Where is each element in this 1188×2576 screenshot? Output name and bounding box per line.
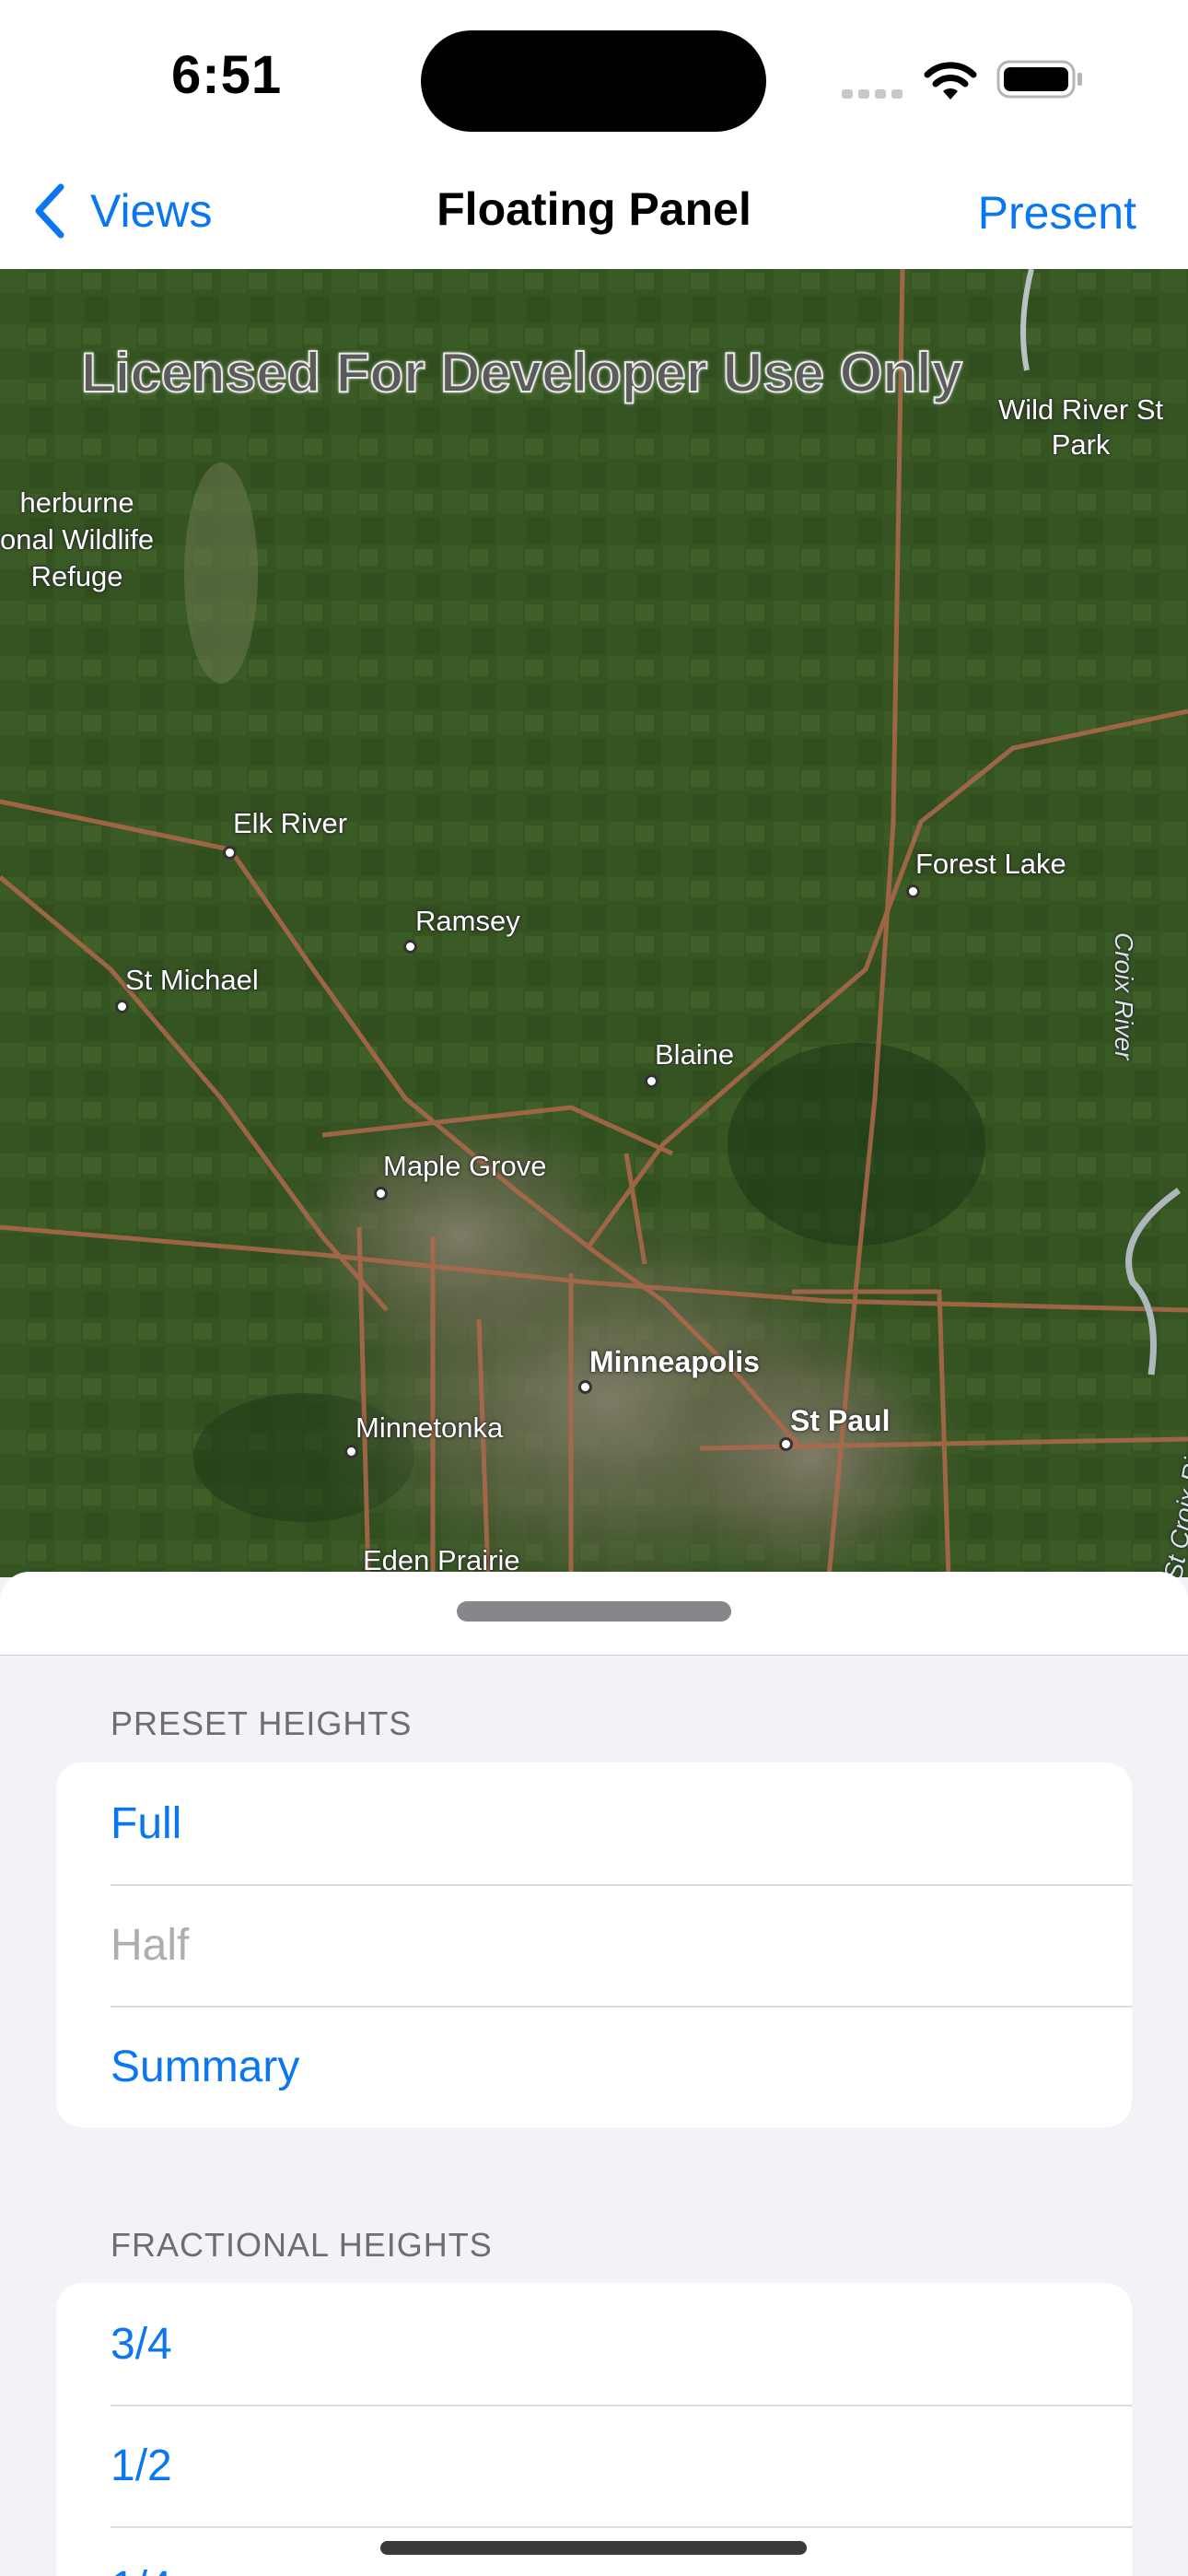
fractional-heights-group: 3/4 1/2 1/4 (56, 2283, 1132, 2576)
wifi-icon (924, 62, 977, 100)
map-label-minnetonka: Minnetonka (355, 1411, 504, 1444)
row-half: Half (56, 1884, 1132, 2006)
map-label-wild-river-park: Wild River St Park (998, 393, 1164, 461)
preset-heights-group: Full Half Summary (56, 1762, 1132, 2127)
navigation-bar: Views Floating Panel Present (0, 157, 1188, 269)
dynamic-island (421, 30, 766, 132)
drag-handle[interactable] (457, 1601, 731, 1622)
row-three-quarters[interactable]: 3/4 (56, 2283, 1132, 2405)
map-label-ramsey: Ramsey (415, 905, 520, 937)
map-marker-ramsey (403, 940, 417, 954)
map-view[interactable]: Licensed For Developer Use Only herburne… (0, 269, 1188, 1577)
map-label-st-michael: St Michael (125, 964, 259, 996)
floating-panel[interactable]: PRESET HEIGHTS Full Half Summary FRACTIO… (0, 1572, 1188, 2576)
map-marker-st-michael (115, 1000, 129, 1013)
map-marker-maple-grove (374, 1187, 388, 1200)
status-bar: 6:51 (0, 0, 1188, 157)
map-label-sherburne: herburne onal Wildlife Refuge (0, 486, 155, 592)
row-one-half[interactable]: 1/2 (56, 2405, 1132, 2526)
map-marker-minnetonka (344, 1445, 358, 1458)
map-marker-blaine (645, 1074, 658, 1088)
row-summary[interactable]: Summary (56, 2006, 1132, 2127)
map-label-forest-lake: Forest Lake (915, 848, 1066, 880)
map-marker-minneapolis (578, 1380, 592, 1394)
panel-handle-area[interactable] (0, 1572, 1188, 1656)
status-time: 6:51 (171, 45, 283, 105)
cellular-signal-icon (842, 87, 908, 103)
section-header-fractional-heights: FRACTIONAL HEIGHTS (111, 2226, 493, 2264)
map-label-minneapolis: Minneapolis (589, 1345, 760, 1378)
battery-icon (996, 60, 1082, 99)
developer-license-watermark: Licensed For Developer Use Only (80, 341, 963, 404)
present-button[interactable]: Present (978, 186, 1136, 240)
map-marker-elk-river (223, 846, 237, 860)
map-label-elk-river: Elk River (233, 807, 348, 839)
map-label-maple-grove: Maple Grove (383, 1150, 547, 1182)
map-marker-forest-lake (906, 884, 920, 898)
map-label-st-paul: St Paul (790, 1404, 891, 1437)
home-indicator[interactable] (380, 2541, 807, 2555)
map-label-croix-river: Croix River (1110, 932, 1138, 1060)
row-full[interactable]: Full (56, 1762, 1132, 1884)
section-header-preset-heights: PRESET HEIGHTS (111, 1704, 413, 1742)
map-label-blaine: Blaine (655, 1038, 735, 1071)
map-marker-st-paul (779, 1437, 793, 1451)
satellite-imagery (0, 269, 1188, 1577)
